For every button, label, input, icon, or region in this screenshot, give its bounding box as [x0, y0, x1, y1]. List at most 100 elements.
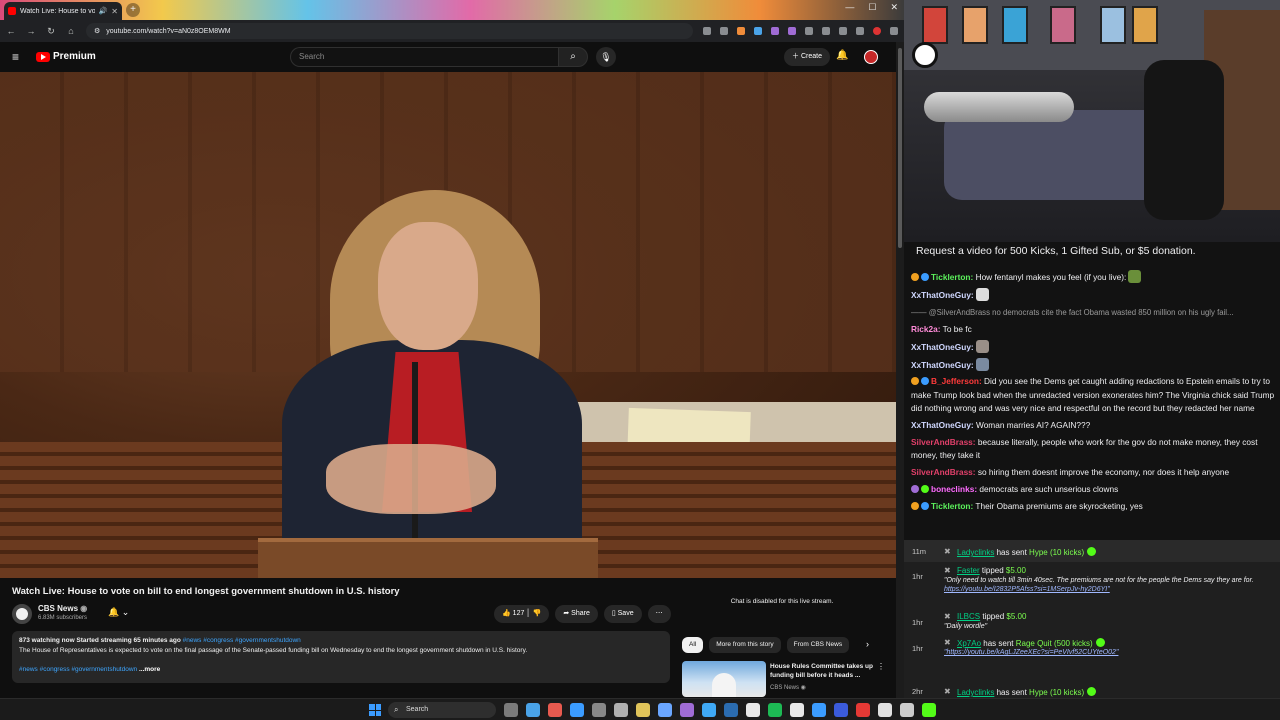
- taskbar-app-icon[interactable]: [702, 703, 716, 717]
- taskbar-app-icon[interactable]: [856, 703, 870, 717]
- extension-icon[interactable]: [805, 27, 813, 35]
- start-button[interactable]: [369, 704, 381, 716]
- chip-from-cbs-news[interactable]: From CBS News: [786, 637, 850, 653]
- event-row[interactable]: 11m ✖ Ladyclinks has sent Hype (10 kicks): [904, 540, 1280, 562]
- chat-username[interactable]: XxThatOneGuy:: [911, 342, 974, 352]
- like-button[interactable]: 👍 127 │ 👎: [494, 605, 550, 623]
- channel-name[interactable]: CBS News ◉: [38, 604, 87, 613]
- taskbar-app-icon[interactable]: [680, 703, 694, 717]
- extension-icon[interactable]: [788, 27, 796, 35]
- channel-avatar[interactable]: [12, 604, 32, 624]
- taskbar-app-icon[interactable]: [570, 703, 584, 717]
- show-more-link[interactable]: ...more: [139, 666, 160, 673]
- taskbar-app-icon[interactable]: [592, 703, 606, 717]
- notifications-bell-icon[interactable]: 🔔: [836, 50, 848, 61]
- event-row[interactable]: 2hr ✖ Ladyclinks has sent Hype (10 kicks): [904, 680, 1280, 698]
- event-message: "Only need to watch till 3min 40sec. The…: [944, 577, 1254, 584]
- taskbar-app-icon[interactable]: [504, 703, 518, 717]
- extension-icon[interactable]: [754, 27, 762, 35]
- taskbar-app-icon[interactable]: [878, 703, 892, 717]
- taskbar-app-icon[interactable]: [724, 703, 738, 717]
- event-username[interactable]: Faster: [957, 566, 980, 575]
- chip-more-from-story[interactable]: More from this story: [709, 637, 781, 653]
- reload-icon[interactable]: ↻: [46, 26, 56, 37]
- chat-username[interactable]: B_Jefferson:: [931, 376, 982, 386]
- recommended-video[interactable]: House Rules Committee takes up funding b…: [682, 661, 885, 697]
- extension-icon[interactable]: [737, 27, 745, 35]
- subscribed-bell-button[interactable]: 🔔 ⌄: [108, 607, 129, 618]
- chat-username[interactable]: XxThatOneGuy:: [911, 360, 974, 370]
- taskbar-app-icon[interactable]: [790, 703, 804, 717]
- home-icon[interactable]: ⌂: [66, 26, 76, 36]
- taskbar-app-icon[interactable]: [812, 703, 826, 717]
- taskbar-app-icon[interactable]: [658, 703, 672, 717]
- hamburger-menu-icon[interactable]: ≡: [12, 51, 24, 63]
- chip-all[interactable]: All: [682, 637, 704, 653]
- chat-username[interactable]: Rick2a:: [911, 324, 941, 334]
- event-username[interactable]: Ladyclinks: [957, 548, 994, 557]
- recommended-menu-icon[interactable]: ⋮: [877, 662, 885, 671]
- sidepanel-icon[interactable]: [839, 27, 847, 35]
- taskbar-search[interactable]: ⌕ Search: [388, 702, 496, 718]
- omnibox[interactable]: ⚙ youtube.com/watch?v=aN0z8OEM8WM: [86, 23, 693, 39]
- browser-tab-active[interactable]: Watch Live: House to vote 🔊 ✕: [4, 2, 122, 20]
- event-username[interactable]: Ladyclinks: [957, 688, 994, 697]
- back-icon[interactable]: ←: [6, 26, 16, 36]
- youtube-premium-logo[interactable]: Premium: [36, 51, 96, 62]
- close-tab-icon[interactable]: ✕: [111, 7, 118, 16]
- chat-username[interactable]: boneclinks:: [931, 484, 977, 494]
- share-button[interactable]: ➦ Share: [555, 605, 598, 623]
- extension-icon[interactable]: [771, 27, 779, 35]
- event-row[interactable]: 1hr ✖ ILBCS tipped $5.00 "Daily wordle": [904, 608, 1280, 634]
- account-avatar[interactable]: [864, 50, 878, 64]
- dislike-icon[interactable]: 👎: [533, 610, 542, 617]
- puzzle-icon[interactable]: [822, 27, 830, 35]
- avatar-icon[interactable]: [873, 27, 881, 35]
- event-link[interactable]: https://youtu.be/I2832P5Afss?si=1MSerpJv…: [944, 586, 1110, 593]
- minimize-icon[interactable]: —: [845, 2, 854, 13]
- chat-username[interactable]: SilverAndBrass:: [911, 467, 976, 477]
- maximize-icon[interactable]: ☐: [868, 2, 876, 13]
- site-info-icon[interactable]: ⚙: [94, 27, 100, 35]
- event-username[interactable]: ILBCS: [957, 612, 980, 621]
- profile-icon[interactable]: [856, 27, 864, 35]
- page-scrollbar[interactable]: [896, 42, 904, 698]
- taskbar-app-icon[interactable]: [922, 703, 936, 717]
- meta-hashtags[interactable]: #news #congress #governmentshutdown: [183, 637, 301, 644]
- star-icon[interactable]: [720, 27, 728, 35]
- chips-next-icon[interactable]: ›: [866, 639, 869, 649]
- event-row[interactable]: 1hr ✖ Faster tipped $5.00 "Only need to wat…: [904, 562, 1280, 608]
- taskbar-app-icon[interactable]: [746, 703, 760, 717]
- chat-username[interactable]: @SilverAndBrass: [929, 308, 990, 317]
- voice-search-button[interactable]: 🎙: [596, 47, 616, 67]
- search-input[interactable]: Search: [290, 47, 558, 67]
- description-hashtags[interactable]: #news #congress #governmentshutdown: [19, 666, 137, 673]
- chat-username[interactable]: XxThatOneGuy:: [911, 420, 974, 430]
- event-username[interactable]: Xp7Ao: [957, 639, 981, 648]
- event-row[interactable]: 1hr ✖ Xp7Ao has sent Rage Quit (500 kicks)…: [904, 634, 1280, 680]
- chat-username[interactable]: XxThatOneGuy:: [911, 290, 974, 300]
- description-box[interactable]: 873 watching now Started streaming 65 mi…: [12, 631, 670, 683]
- close-window-icon[interactable]: ✕: [890, 2, 898, 13]
- taskbar-app-icon[interactable]: [768, 703, 782, 717]
- chat-username[interactable]: SilverAndBrass:: [911, 437, 976, 447]
- recommended-title[interactable]: House Rules Committee takes up funding b…: [770, 662, 874, 680]
- search-button[interactable]: ⌕: [558, 47, 588, 67]
- video-player[interactable]: [0, 72, 896, 578]
- new-tab-button[interactable]: +: [126, 3, 140, 17]
- taskbar-app-icon[interactable]: [900, 703, 914, 717]
- taskbar-app-icon[interactable]: [614, 703, 628, 717]
- chat-username[interactable]: Ticklerton:: [931, 501, 973, 511]
- more-actions-button[interactable]: ⋯: [647, 605, 671, 623]
- create-button[interactable]: ＋ Create: [784, 48, 830, 66]
- menu-kebab-icon[interactable]: [890, 27, 898, 35]
- forward-icon[interactable]: →: [26, 26, 36, 36]
- save-button[interactable]: ▯ Save: [603, 605, 642, 623]
- cast-icon[interactable]: [703, 27, 711, 35]
- taskbar-app-icon[interactable]: [526, 703, 540, 717]
- taskbar-app-icon[interactable]: [636, 703, 650, 717]
- recommended-thumbnail[interactable]: [682, 661, 766, 697]
- taskbar-app-icon[interactable]: [834, 703, 848, 717]
- taskbar-app-icon[interactable]: [548, 703, 562, 717]
- chat-username[interactable]: Ticklerton:: [931, 272, 973, 282]
